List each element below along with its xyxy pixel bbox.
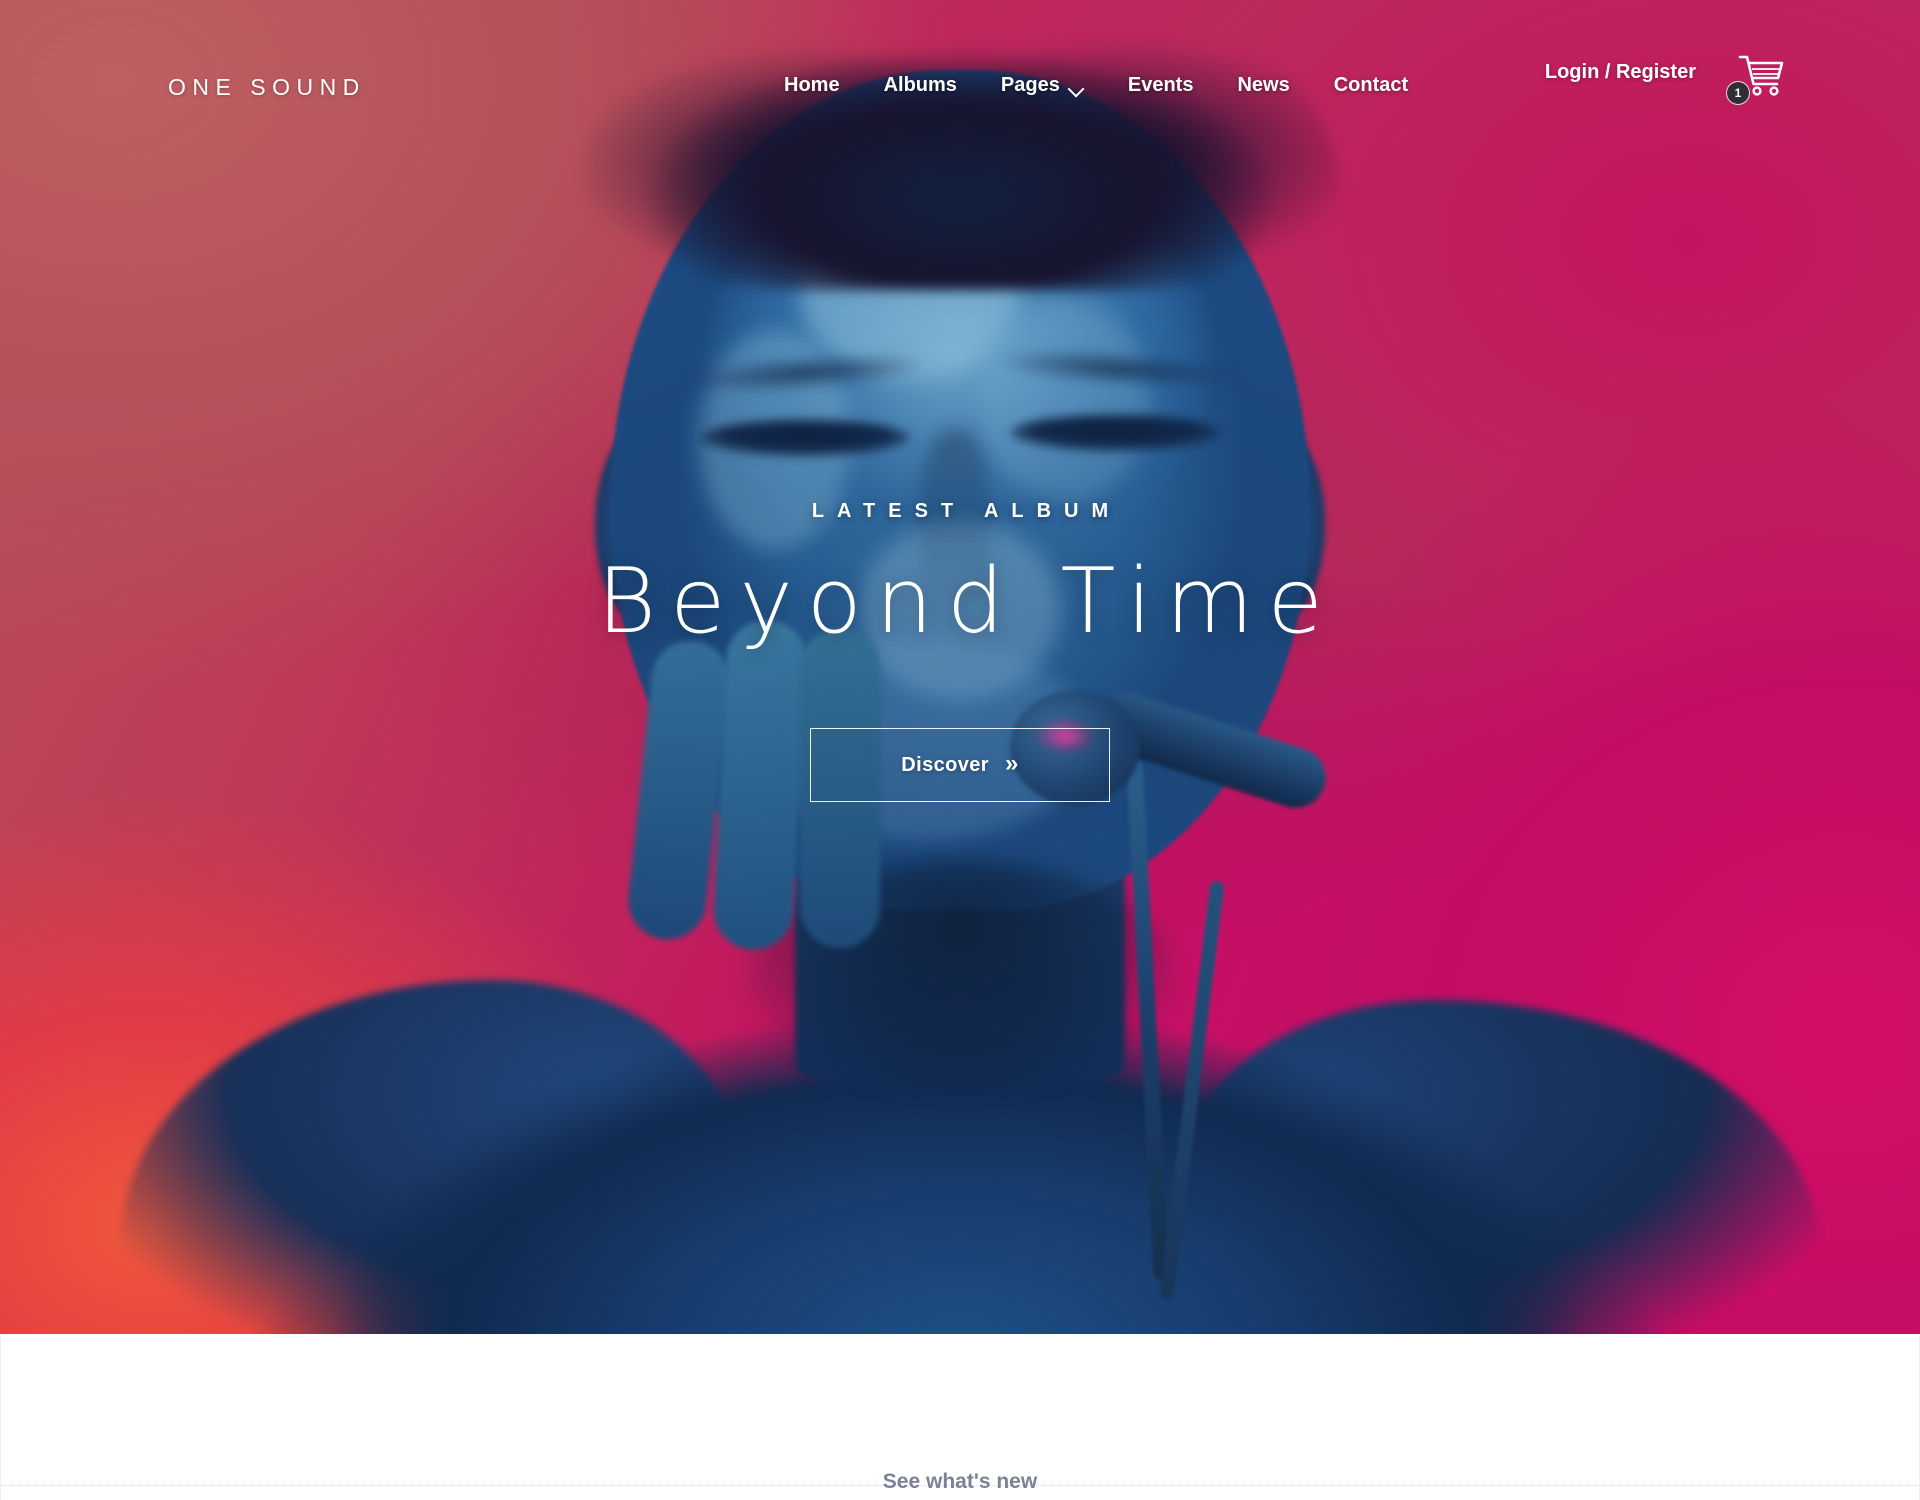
below-fold-section: See what's new bbox=[0, 1334, 1920, 1500]
nav-label: Home bbox=[784, 74, 840, 96]
nav-item-events[interactable]: Events bbox=[1106, 74, 1216, 97]
site-header: ONE SOUND Home Albums Pages Events News … bbox=[0, 0, 1920, 148]
hero-eyebrow: LATEST ALBUM bbox=[811, 500, 1122, 522]
nav-item-pages[interactable]: Pages bbox=[979, 74, 1106, 97]
nav-label: Events bbox=[1127, 74, 1194, 96]
nav-label: Contact bbox=[1333, 74, 1409, 96]
nav-item-news[interactable]: News bbox=[1215, 74, 1311, 97]
cart-count-badge: 1 bbox=[1726, 81, 1750, 105]
nav-label: Albums bbox=[883, 74, 957, 96]
double-chevron-right-icon: » bbox=[1004, 750, 1019, 778]
login-register-link[interactable]: Login / Register bbox=[1545, 61, 1696, 84]
nav-item-albums[interactable]: Albums bbox=[862, 74, 979, 97]
nav-item-home[interactable]: Home bbox=[762, 74, 862, 97]
nav-item-contact[interactable]: Contact bbox=[1312, 74, 1430, 97]
hero-section: LATEST ALBUM Beyond Time Discover » bbox=[0, 0, 1920, 1334]
page-root: LATEST ALBUM Beyond Time Discover » ONE … bbox=[0, 0, 1920, 1500]
nav-label: Pages bbox=[1000, 74, 1060, 96]
discover-button[interactable]: Discover » bbox=[810, 728, 1110, 803]
main-navigation: Home Albums Pages Events News Contact bbox=[762, 74, 1430, 97]
site-logo[interactable]: ONE SOUND bbox=[168, 74, 366, 101]
hero-content: LATEST ALBUM Beyond Time Discover » bbox=[0, 500, 1920, 803]
hero-title: Beyond Time bbox=[597, 549, 1337, 654]
cart-button[interactable]: 1 bbox=[1726, 47, 1788, 105]
chevron-down-icon bbox=[1069, 83, 1084, 92]
nav-label: News bbox=[1237, 74, 1290, 96]
discover-button-label: Discover bbox=[901, 753, 989, 776]
see-whats-new-heading: See what's new bbox=[882, 1470, 1038, 1493]
